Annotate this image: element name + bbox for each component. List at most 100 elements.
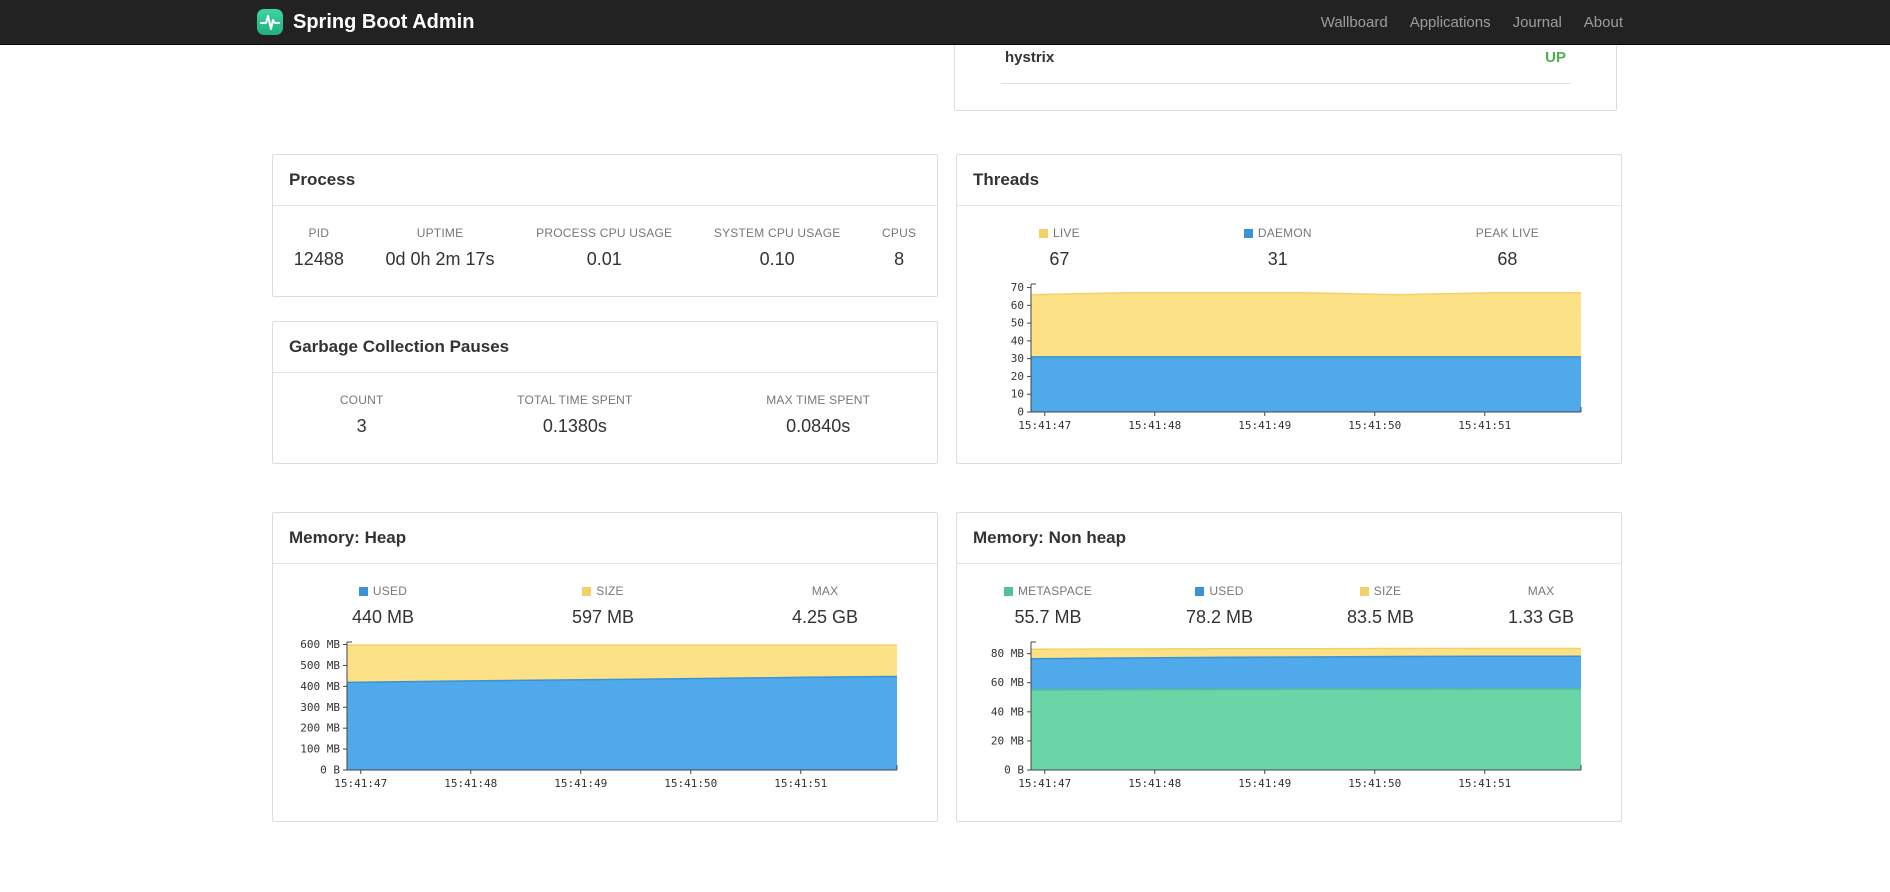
metric-value: 597 MB: [571, 607, 635, 627]
svg-text:40: 40: [1011, 334, 1024, 347]
metric-value: 1.33 GB: [1507, 607, 1575, 627]
svg-text:20: 20: [1011, 370, 1024, 383]
application-name[interactable]: hystrix: [1005, 48, 1054, 67]
metric-label: SIZE: [572, 584, 634, 598]
metric-value: 0.1380s: [542, 416, 607, 436]
svg-text:200 MB: 200 MB: [300, 722, 340, 735]
metric-gc-total-time: TOTAL TIME SPENT 0.1380s: [517, 393, 632, 437]
nav-item-applications[interactable]: Applications: [1399, 14, 1502, 31]
memory-heap-panel: Memory: Heap USED 440 MB SIZE 597 MB MAX…: [272, 512, 938, 822]
metric-heap-max: MAX 4.25 GB: [792, 584, 858, 628]
svg-text:15:41:49: 15:41:49: [1238, 419, 1291, 432]
svg-text:0 B: 0 B: [1004, 764, 1024, 777]
metric-value: 8: [894, 249, 905, 269]
gc-panel-title: Garbage Collection Pauses: [273, 322, 937, 373]
metric-label: MAX TIME SPENT: [766, 393, 871, 407]
svg-text:15:41:51: 15:41:51: [774, 777, 827, 790]
svg-text:15:41:47: 15:41:47: [334, 777, 387, 790]
metric-label-text: SIZE: [596, 584, 624, 598]
svg-text:15:41:49: 15:41:49: [1238, 777, 1291, 790]
threads-panel: Threads LIVE 67 DAEMON 31 PEAK LIVE 68 7…: [956, 154, 1622, 464]
spring-boot-admin-logo-icon: [256, 8, 284, 36]
metric-value: 31: [1267, 249, 1288, 269]
metric-threads-peak-live: PEAK LIVE 68: [1476, 226, 1539, 270]
svg-text:60: 60: [1011, 299, 1024, 312]
memory-nonheap-chart: 80 MB 60 MB 40 MB 20 MB 0 B 15:41:47 15:41:48 1…: [971, 632, 1621, 803]
metric-label-text: LIVE: [1053, 226, 1080, 240]
svg-text:60 MB: 60 MB: [991, 676, 1024, 689]
application-status-badge: UP: [1545, 49, 1566, 66]
main-content: Process PID 12488 UPTIME 0d 0h 2m 17s PR…: [272, 154, 1622, 822]
metric-label: USED: [1186, 584, 1253, 598]
process-panel-title: Process: [273, 155, 937, 206]
nav-item-wallboard[interactable]: Wallboard: [1310, 14, 1399, 31]
metric-cpus: CPUS 8: [882, 226, 916, 270]
metric-value: 4.25 GB: [791, 607, 859, 627]
size-legend-swatch-icon: [582, 586, 592, 596]
gc-panel: Garbage Collection Pauses COUNT 3 TOTAL …: [272, 321, 938, 464]
svg-text:15:41:47: 15:41:47: [1018, 419, 1071, 432]
metric-gc-max-time: MAX TIME SPENT 0.0840s: [766, 393, 870, 437]
nav-item-about[interactable]: About: [1573, 14, 1634, 31]
svg-text:15:41:50: 15:41:50: [1348, 419, 1401, 432]
metric-label: MAX: [811, 584, 839, 598]
svg-text:600 MB: 600 MB: [300, 638, 340, 651]
metric-value: 0.0840s: [786, 416, 851, 436]
metric-label-text: METASPACE: [1017, 584, 1093, 598]
nav-item-journal[interactable]: Journal: [1502, 14, 1573, 31]
metric-label: PEAK LIVE: [1475, 226, 1539, 240]
svg-text:70: 70: [1011, 281, 1024, 294]
metric-nonheap-max: MAX 1.33 GB: [1508, 584, 1574, 628]
metric-nonheap-size: SIZE 83.5 MB: [1347, 584, 1414, 628]
metric-label: SYSTEM CPU USAGE: [713, 226, 841, 240]
metric-threads-live: LIVE 67: [1039, 226, 1080, 270]
metric-uptime: UPTIME 0d 0h 2m 17s: [385, 226, 494, 270]
metric-label-text: DAEMON: [1257, 226, 1312, 240]
metric-value: 440 MB: [351, 607, 415, 627]
metric-process-cpu: PROCESS CPU USAGE 0.01: [536, 226, 672, 270]
used-legend-swatch-icon: [358, 586, 368, 596]
metric-nonheap-metaspace: METASPACE 55.7 MB: [1003, 584, 1093, 628]
live-legend-swatch-icon: [1039, 228, 1049, 238]
brand-title: Spring Boot Admin: [293, 10, 475, 33]
metric-value: 0.10: [759, 249, 795, 269]
metric-value: 68: [1497, 249, 1518, 269]
metric-nonheap-used: USED 78.2 MB: [1186, 584, 1253, 628]
threads-metrics: LIVE 67 DAEMON 31 PEAK LIVE 68: [957, 206, 1621, 270]
metric-value: 3: [356, 416, 367, 436]
brand[interactable]: Spring Boot Admin: [256, 8, 474, 36]
metric-label: COUNT: [339, 393, 384, 407]
svg-text:50: 50: [1011, 317, 1024, 330]
metric-value: 0d 0h 2m 17s: [385, 249, 495, 269]
gc-metrics: COUNT 3 TOTAL TIME SPENT 0.1380s MAX TIM…: [273, 373, 937, 437]
metric-value: 67: [1049, 249, 1070, 269]
metric-value: 83.5 MB: [1346, 607, 1415, 627]
svg-text:20 MB: 20 MB: [991, 734, 1024, 747]
memory-heap-chart: 600 MB 500 MB 400 MB 300 MB 200 MB 100 MB 0 B1…: [287, 632, 937, 803]
heap-metrics: USED 440 MB SIZE 597 MB MAX 4.25 GB: [273, 564, 937, 628]
used-legend-swatch-icon: [1195, 586, 1205, 596]
svg-text:0: 0: [1017, 406, 1024, 419]
svg-text:30: 30: [1011, 352, 1024, 365]
metric-system-cpu: SYSTEM CPU USAGE 0.10: [714, 226, 841, 270]
daemon-legend-swatch-icon: [1243, 228, 1253, 238]
svg-text:80 MB: 80 MB: [991, 647, 1024, 660]
navbar: Spring Boot Admin Wallboard Applications…: [0, 0, 1890, 45]
svg-text:15:41:51: 15:41:51: [1458, 777, 1511, 790]
svg-text:15:41:49: 15:41:49: [554, 777, 607, 790]
svg-text:40 MB: 40 MB: [991, 705, 1024, 718]
memory-nonheap-panel-title: Memory: Non heap: [957, 513, 1621, 564]
metric-label: LIVE: [1039, 226, 1080, 240]
svg-text:400 MB: 400 MB: [300, 680, 340, 693]
metric-label-text: USED: [372, 584, 408, 598]
svg-text:15:41:48: 15:41:48: [444, 777, 497, 790]
metric-value: 12488: [293, 249, 344, 269]
metric-label: TOTAL TIME SPENT: [517, 393, 633, 407]
metric-label: UPTIME: [416, 226, 464, 240]
memory-heap-panel-title: Memory: Heap: [273, 513, 937, 564]
metaspace-legend-swatch-icon: [1003, 586, 1013, 596]
svg-text:15:41:50: 15:41:50: [664, 777, 717, 790]
size-legend-swatch-icon: [1359, 586, 1369, 596]
svg-text:10: 10: [1011, 388, 1024, 401]
svg-text:500 MB: 500 MB: [300, 659, 340, 672]
